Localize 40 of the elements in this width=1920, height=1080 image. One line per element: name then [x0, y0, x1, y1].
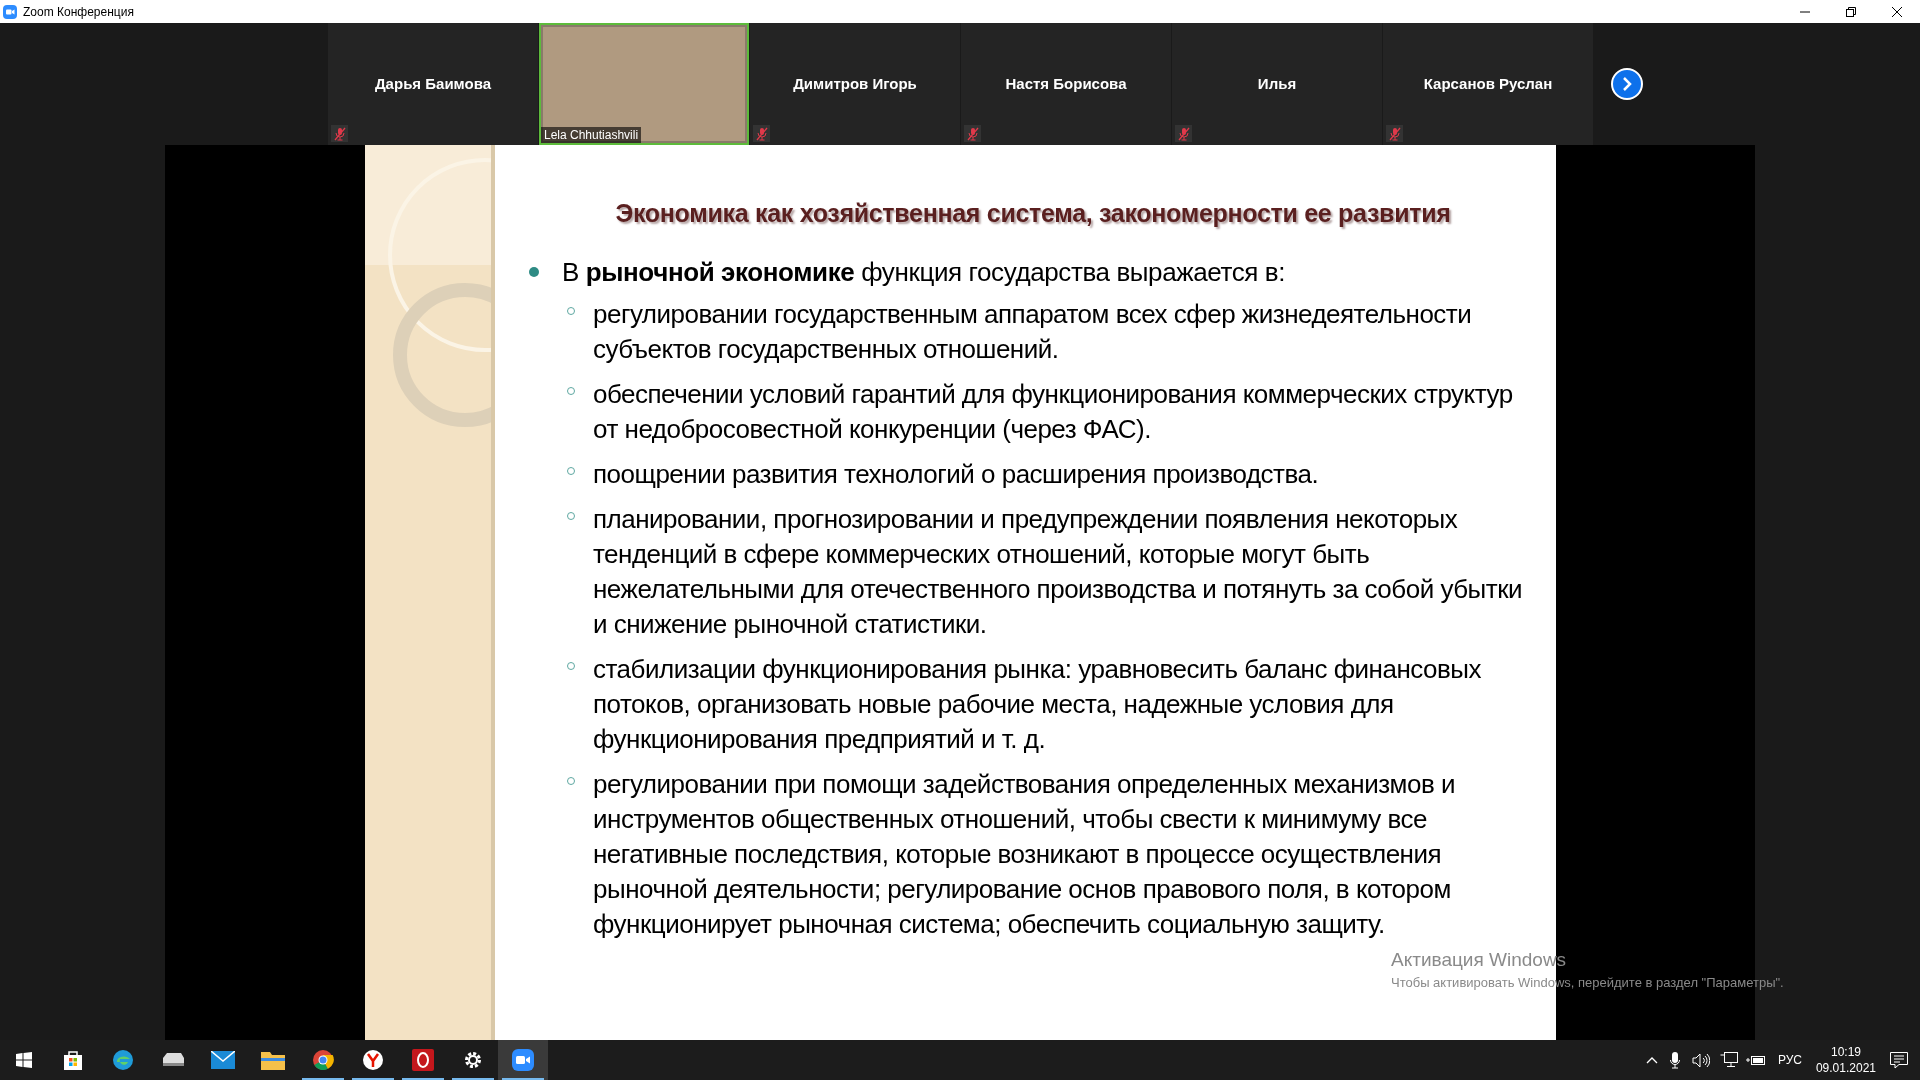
network-icon — [1719, 1052, 1738, 1068]
clock-date[interactable]: 09.01.2021 — [1815, 1060, 1876, 1076]
chevron-up-icon — [1645, 1056, 1658, 1064]
bullet-text: поощрении развития технологий о расширения производства. — [593, 457, 1319, 491]
bullet-text: планировании, прогнозировании и предупреждении появления некоторых тенденций в сфере коммерческих отношений, которые могут быть нежелательными для отечественного производства и потянуть за собой убытки и снижение рыночной статистики. — [593, 502, 1524, 641]
participant-name: Дарья Баимова — [374, 73, 492, 94]
taskbar-app[interactable] — [498, 1040, 548, 1080]
participant-name: Димитров Игорь — [793, 73, 917, 94]
participant-name: Илья — [1257, 73, 1297, 94]
browser-icon — [312, 1049, 334, 1071]
window-title: Zoom Конференция — [23, 3, 134, 21]
close-icon — [1892, 6, 1902, 17]
mail-icon — [211, 1051, 235, 1069]
folder-icon — [261, 1050, 285, 1070]
language-indicator[interactable]: РУС — [1777, 1051, 1802, 1069]
gear-icon — [463, 1050, 483, 1070]
video-camera-icon — [512, 1049, 534, 1071]
zoom-logo-icon — [3, 4, 17, 19]
next-page-button[interactable] — [1611, 68, 1643, 100]
microphone-icon — [1669, 1051, 1680, 1069]
bullet-text: обеспечении условий гарантий для функционирования коммерческих структур от недобросовестной конкуренции (через ФАС). — [593, 377, 1514, 446]
participant-name: Lela Chhutiashvili — [541, 127, 642, 143]
clock-time[interactable]: 10:19 — [1830, 1044, 1861, 1060]
browser-icon — [412, 1049, 434, 1071]
bullet-text: стабилизации функционирования рынка: уравновесить баланс финансовых потоков, организовать новые рабочие места, надежные условия для функционирования предприятий и т. д. — [593, 652, 1482, 756]
participant-name: Карсанов Руслан — [1423, 73, 1553, 94]
bullet-text: регулировании государственным аппаратом всех сфер жизнедеятельности субъектов государственных отношений. — [593, 297, 1473, 366]
restore-icon — [1846, 6, 1856, 17]
bullet-text: В рыночной экономике функция государства выражается в: — [562, 255, 1286, 289]
store-icon — [62, 1049, 84, 1071]
participant-name: Настя Борисова — [1005, 73, 1127, 94]
bullet-text: регулировании при помощи задействования определенных механизмов и инструментов общественных отношений, чтобы свести к минимуму все негативные последствия, которые возникают в процессе осуществления рыночной деятельности; регулирование основ правового поля, в котором функционирует рыночная система; обеспечить социальную защиту. — [593, 767, 1456, 941]
browser-icon — [112, 1049, 134, 1071]
windows-logo-icon — [16, 1052, 32, 1068]
notifications-icon — [1890, 1051, 1908, 1069]
battery-icon — [1745, 1054, 1766, 1066]
browser-icon — [362, 1049, 384, 1071]
chevron-right-icon — [1622, 77, 1632, 91]
slide-title: Экономика как хозяйственная система, закономерности ее развития — [614, 198, 1452, 229]
speaker-icon — [1691, 1052, 1710, 1068]
